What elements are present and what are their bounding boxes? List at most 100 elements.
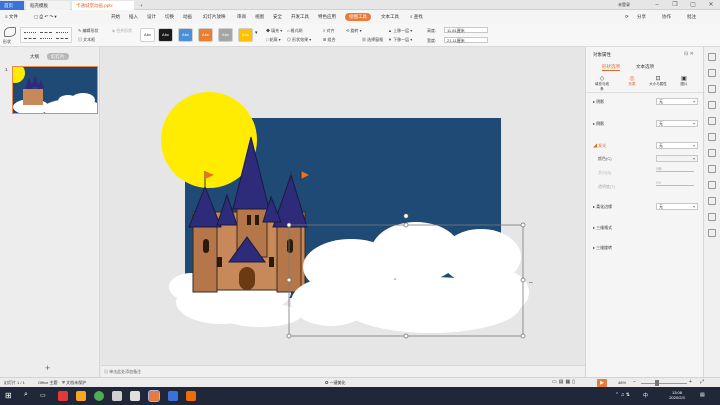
- notes-area[interactable]: ▤ 单击此处添加备注: [101, 365, 585, 377]
- minimize-icon[interactable]: –: [648, 0, 666, 10]
- notification-icon[interactable]: ▤: [700, 392, 705, 398]
- tab-insert[interactable]: 插入: [129, 13, 138, 21]
- doc-protect-status[interactable]: ⛨ 文档未保护: [62, 380, 86, 386]
- sidebar-icon-6[interactable]: [708, 133, 716, 141]
- task-view-icon[interactable]: ▭: [40, 392, 46, 399]
- maximize-icon[interactable]: ▢: [684, 0, 702, 10]
- transparency-slider[interactable]: 0%: [656, 181, 698, 189]
- text-box-button[interactable]: ▤ 文本框: [78, 37, 95, 43]
- tab-shape-options[interactable]: 形状选项: [602, 64, 620, 71]
- share-button[interactable]: 分享: [637, 13, 646, 21]
- sidebar-icon-9[interactable]: [708, 181, 716, 189]
- close-icon[interactable]: ✕: [702, 0, 720, 10]
- shadow-select[interactable]: 无: [656, 98, 698, 105]
- sidebar-icon-7[interactable]: [708, 149, 716, 157]
- tab-text-tools[interactable]: 文本工具: [381, 13, 399, 21]
- app-icon-8[interactable]: [186, 391, 196, 401]
- section-3d-format[interactable]: ▸ 三维格式: [593, 225, 612, 231]
- add-slide-button[interactable]: +: [45, 363, 50, 373]
- collab-button[interactable]: 协作: [662, 13, 671, 21]
- app-icon-5[interactable]: [130, 391, 140, 401]
- search-box[interactable]: ⌕ 查找: [410, 13, 423, 21]
- tab-view[interactable]: 视图: [255, 13, 264, 21]
- shape-style-orange[interactable]: Abc: [198, 28, 213, 42]
- tab-start[interactable]: 开始: [111, 13, 120, 21]
- gallery-expand-icon[interactable]: ▾: [255, 30, 258, 36]
- tab-home[interactable]: 首页: [0, 1, 24, 10]
- slide-canvas[interactable]: ⇔: [101, 47, 585, 365]
- tab-slides[interactable]: 幻灯片: [47, 53, 69, 60]
- shape-style-black[interactable]: Abc: [158, 28, 173, 42]
- line-style-2[interactable]: [40, 32, 52, 33]
- line-style-4[interactable]: [24, 38, 36, 39]
- rotate-handle[interactable]: [403, 213, 409, 219]
- sidebar-icon-2[interactable]: [708, 69, 716, 77]
- clock[interactable]: 13:08 2020/2/3: [660, 390, 694, 400]
- fill-button[interactable]: ◆ 填充 ▾: [266, 28, 282, 34]
- ime-indicator[interactable]: 中: [643, 392, 648, 399]
- view-mode-buttons[interactable]: ▭▤▦▯: [552, 379, 577, 385]
- zoom-slider-thumb[interactable]: [655, 380, 659, 386]
- subtab-fill-line[interactable]: ◇ 填充与线条: [594, 75, 610, 92]
- slide-thumbnail[interactable]: [12, 66, 98, 114]
- section-3d-rotation[interactable]: ▸ 三维旋转: [593, 245, 612, 251]
- tab-security[interactable]: 安全: [273, 13, 282, 21]
- height-input[interactable]: 11.81厘米: [444, 27, 488, 33]
- tab-developer[interactable]: 开发工具: [291, 13, 309, 21]
- sidebar-icon-10[interactable]: [708, 197, 716, 205]
- tab-docer-templates[interactable]: 稻壳模板: [26, 1, 70, 10]
- tab-drawing-tools[interactable]: 绘图工具: [345, 13, 371, 21]
- line-style-3[interactable]: [56, 32, 68, 33]
- line-style-gallery[interactable]: [20, 27, 72, 43]
- tray-icons[interactable]: ⌃ ♫ ⇅: [615, 392, 630, 398]
- tab-transition[interactable]: 切换: [165, 13, 174, 21]
- glow-select[interactable]: 无: [656, 142, 698, 149]
- wps-presentation-icon[interactable]: [148, 390, 160, 402]
- file-explorer-icon[interactable]: [76, 391, 86, 401]
- subtab-picture[interactable]: ▣ 图片: [676, 75, 692, 87]
- comment-button[interactable]: 批注: [687, 13, 696, 21]
- play-slideshow-icon[interactable]: ▶: [597, 379, 607, 387]
- notes-placeholder[interactable]: ▤ 单击此处添加备注: [104, 369, 141, 375]
- size-slider[interactable]: 0磅: [656, 167, 698, 175]
- section-reflection[interactable]: ▸ 倒影: [593, 121, 604, 127]
- section-soft-edge[interactable]: ▸ 柔化边缘: [593, 204, 612, 210]
- soft-edge-select[interactable]: 无: [656, 203, 698, 210]
- shape-style-blue[interactable]: Abc: [178, 28, 193, 42]
- shape-icon[interactable]: [4, 27, 16, 37]
- tab-slideshow[interactable]: 幻灯片放映: [203, 13, 226, 21]
- line-style-6[interactable]: [56, 38, 68, 39]
- sidebar-icon-5[interactable]: [708, 117, 716, 125]
- shape-effect-button[interactable]: ◎ 形状效果 ▾: [287, 37, 311, 43]
- sidebar-icon-3[interactable]: [708, 85, 716, 93]
- app-icon-4[interactable]: [112, 391, 122, 401]
- tab-current-document[interactable]: 卡通城堡动画.pptx: [72, 1, 134, 10]
- browser-icon[interactable]: [94, 391, 104, 401]
- tab-outline[interactable]: 大纲: [30, 54, 39, 60]
- subtab-effects[interactable]: ◎ 效果: [624, 75, 640, 87]
- tab-review[interactable]: 审阅: [237, 13, 246, 21]
- file-menu[interactable]: ≡ 文件: [5, 13, 18, 21]
- reflection-select[interactable]: 无: [656, 120, 698, 127]
- app-icon-1[interactable]: [58, 391, 68, 401]
- align-button[interactable]: ≡ 对齐: [323, 28, 334, 34]
- send-backward-button[interactable]: ▼ 下移一层 ▾: [388, 37, 412, 43]
- select-pane-button[interactable]: ▦ 选择窗格: [362, 37, 383, 43]
- tab-animation[interactable]: 动画: [183, 13, 192, 21]
- shape-style-gold[interactable]: Abc: [238, 28, 253, 42]
- zoom-level[interactable]: 48%: [618, 380, 626, 385]
- tab-features[interactable]: 特色应用: [318, 13, 336, 21]
- smart-beautify-button[interactable]: ✪ 一键美化: [325, 380, 345, 386]
- sidebar-icon-4[interactable]: [708, 101, 716, 109]
- shape-style-white[interactable]: Abc: [140, 28, 155, 42]
- zoom-out-icon[interactable]: −: [633, 379, 636, 385]
- tab-design[interactable]: 设计: [147, 13, 156, 21]
- sidebar-icon-8[interactable]: [708, 165, 716, 173]
- outline-button[interactable]: □ 轮廓 ▾: [266, 37, 281, 43]
- zoom-in-icon[interactable]: +: [689, 379, 692, 385]
- section-glow[interactable]: ◢ 发光: [593, 143, 606, 149]
- edit-shape-button[interactable]: ✎ 编辑形状: [78, 28, 98, 34]
- menu-quick-tools[interactable]: ▢ ⎙ ↶ ↷ ▾: [34, 13, 57, 21]
- sidebar-icon-1[interactable]: [708, 53, 716, 61]
- app-icon-7[interactable]: [168, 391, 178, 401]
